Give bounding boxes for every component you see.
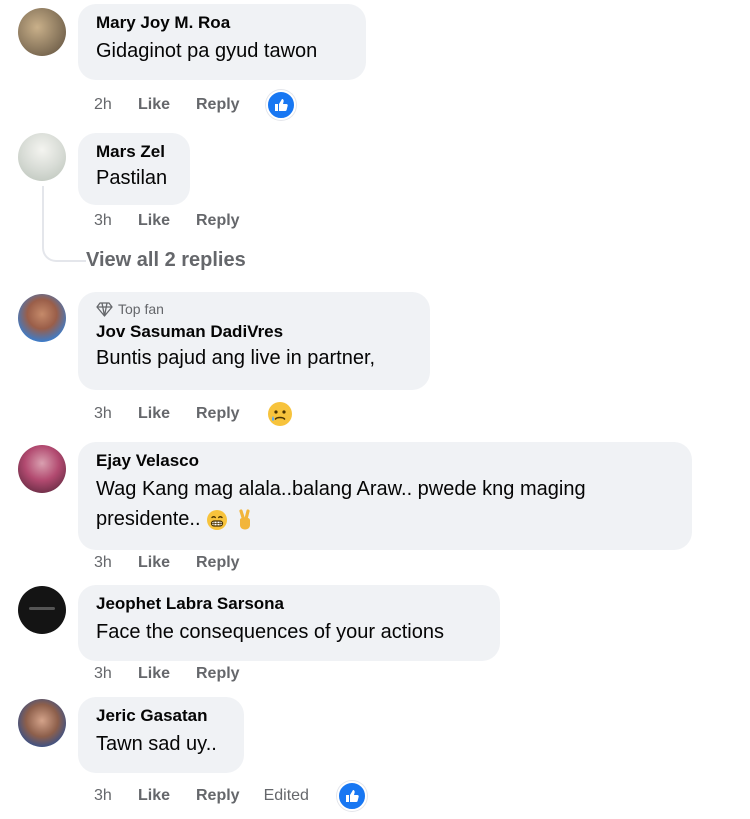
avatar[interactable] — [18, 445, 66, 493]
comment-time[interactable]: 3h — [94, 665, 138, 683]
like-button[interactable]: Like — [138, 212, 196, 230]
comment-text: Face the consequences of your actions — [96, 621, 444, 643]
edited-label: Edited — [263, 787, 309, 804]
comment-bubble: Ejay Velasco Wag Kang mag alala..balang … — [78, 442, 692, 550]
like-button[interactable]: Like — [138, 554, 196, 572]
sad-reaction-icon[interactable] — [266, 400, 294, 428]
comment-time[interactable]: 3h — [94, 212, 138, 230]
like-button[interactable]: Like — [138, 787, 196, 805]
comment-time[interactable]: 2h — [94, 96, 138, 114]
comment-text: Pastilan — [96, 167, 168, 189]
top-fan-label: Top fan — [118, 301, 164, 317]
comment-actions: 3h Like Reply — [94, 212, 266, 230]
comment-time[interactable]: 3h — [94, 405, 138, 423]
reply-button[interactable]: Reply — [196, 405, 240, 423]
reply-button[interactable]: Reply — [196, 665, 240, 683]
avatar-logo — [29, 607, 55, 610]
comment-text: Wag Kang mag alala..balang Araw.. pwede … — [96, 474, 674, 534]
comment-author[interactable]: Jov Sasuman DadiVres — [96, 322, 412, 342]
comment-author[interactable]: Jeophet Labra Sarsona — [96, 594, 482, 614]
like-button[interactable]: Like — [138, 96, 196, 114]
top-fan-badge: Top fan — [96, 300, 412, 318]
comment-author[interactable]: Ejay Velasco — [96, 451, 674, 471]
comment-bubble: Mary Joy M. Roa Gidaginot pa gyud tawon — [78, 4, 366, 80]
comment-bubble: Mars Zel Pastilan — [78, 133, 190, 205]
like-reaction-icon[interactable] — [336, 781, 367, 811]
avatar[interactable] — [18, 8, 66, 56]
avatar[interactable] — [18, 586, 66, 634]
avatar[interactable] — [18, 133, 66, 181]
reply-button[interactable]: Reply — [196, 554, 240, 572]
diamond-icon — [96, 301, 113, 317]
reply-thread-line — [42, 186, 86, 262]
comment-text: Tawn sad uy.. — [96, 733, 217, 755]
grimace-emoji-icon — [207, 509, 228, 530]
comment-author[interactable]: Jeric Gasatan — [96, 706, 226, 726]
comment-text: Gidaginot pa gyud tawon — [96, 40, 318, 62]
like-button[interactable]: Like — [138, 665, 196, 683]
comment-bubble: Jeophet Labra Sarsona Face the consequen… — [78, 585, 500, 661]
avatar[interactable] — [18, 699, 66, 747]
comment-actions: 2h Like Reply — [94, 90, 296, 120]
avatar[interactable] — [18, 294, 66, 342]
like-button[interactable]: Like — [138, 405, 196, 423]
comment-time[interactable]: 3h — [94, 787, 138, 805]
comment-actions: 3h Like Reply Edited — [94, 781, 367, 811]
comment-text: Buntis pajud ang live in partner, — [96, 347, 376, 369]
comment-time[interactable]: 3h — [94, 554, 138, 572]
reply-button[interactable]: Reply — [196, 212, 240, 230]
comment-actions: 3h Like Reply — [94, 665, 266, 683]
like-reaction-icon[interactable] — [265, 90, 296, 120]
comment-author[interactable]: Mars Zel — [96, 142, 172, 162]
comment-author[interactable]: Mary Joy M. Roa — [96, 13, 348, 33]
reply-button[interactable]: Reply — [196, 96, 240, 114]
victory-hand-icon — [239, 509, 250, 530]
comment-bubble: Jeric Gasatan Tawn sad uy.. — [78, 697, 244, 773]
comment-actions: 3h Like Reply — [94, 554, 266, 572]
reply-button[interactable]: Reply — [196, 787, 240, 805]
comment-actions: 3h Like Reply — [94, 400, 294, 428]
view-all-replies-link[interactable]: View all 2 replies — [86, 249, 246, 272]
comment-text-content: Wag Kang mag alala..balang Araw.. pwede … — [96, 478, 586, 530]
comment-bubble: Top fan Jov Sasuman DadiVres Buntis paju… — [78, 292, 430, 390]
